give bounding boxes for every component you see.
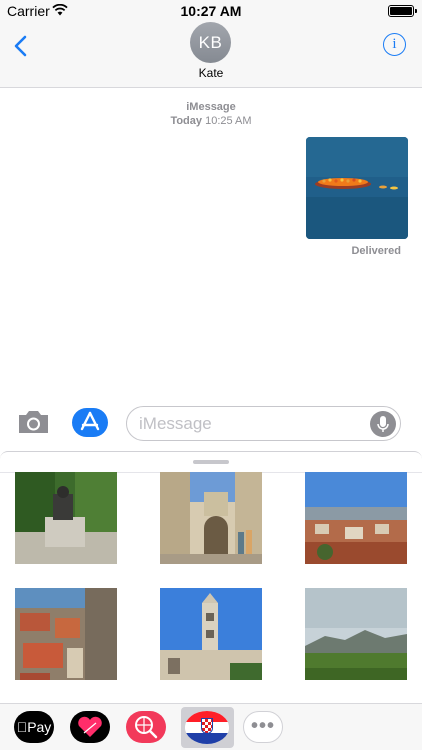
conversation-header: KB Kate i: [0, 22, 422, 88]
info-icon[interactable]: i: [383, 33, 406, 56]
heart-icon: [78, 716, 102, 737]
battery-icon: [388, 5, 417, 17]
clock: 10:27 AM: [180, 3, 242, 19]
digital-touch-heart-app[interactable]: [70, 711, 110, 743]
message-input[interactable]: [139, 414, 359, 434]
image-search-app[interactable]: [126, 711, 166, 743]
status-bar: Carrier 10:27 AM: [0, 0, 422, 22]
chevron-left-icon[interactable]: [10, 34, 34, 58]
apple-logo-icon: : [17, 719, 28, 735]
microphone-icon[interactable]: [370, 411, 396, 437]
service-label: iMessage: [186, 101, 236, 113]
boat-photo: [306, 137, 408, 239]
message-photo[interactable]: [306, 137, 408, 239]
apple-pay-label: Pay: [21, 719, 51, 735]
sticker-bell-tower[interactable]: [160, 588, 262, 680]
sticker-aerial-rooftops[interactable]: [15, 588, 117, 680]
app-store-icon[interactable]: [72, 408, 108, 437]
more-apps-button[interactable]: •••: [243, 711, 283, 743]
delivery-status: Delivered: [351, 245, 401, 257]
message-input-field[interactable]: [126, 406, 401, 441]
app-tray: Pay •••: [0, 703, 422, 750]
sticker-town-gate[interactable]: [160, 472, 262, 564]
sticker-valley-view[interactable]: [305, 588, 407, 680]
globe-search-icon: [135, 716, 158, 739]
sticker-city-panorama[interactable]: [305, 472, 407, 564]
croatia-flag-sticker-app[interactable]: [181, 707, 234, 748]
contact-avatar[interactable]: KB: [190, 22, 231, 63]
croatia-flag-icon: [185, 711, 229, 744]
message-timestamp: Today 10:25 AM: [0, 115, 422, 127]
camera-icon[interactable]: [17, 409, 50, 435]
timestamp-time: 10:25 AM: [205, 115, 252, 127]
apple-pay-app[interactable]: Pay: [14, 711, 54, 743]
contact-name[interactable]: Kate: [0, 66, 422, 80]
sticker-statue[interactable]: [15, 472, 117, 564]
timestamp-day: Today: [170, 115, 203, 127]
drawer-grabber[interactable]: [193, 460, 229, 464]
